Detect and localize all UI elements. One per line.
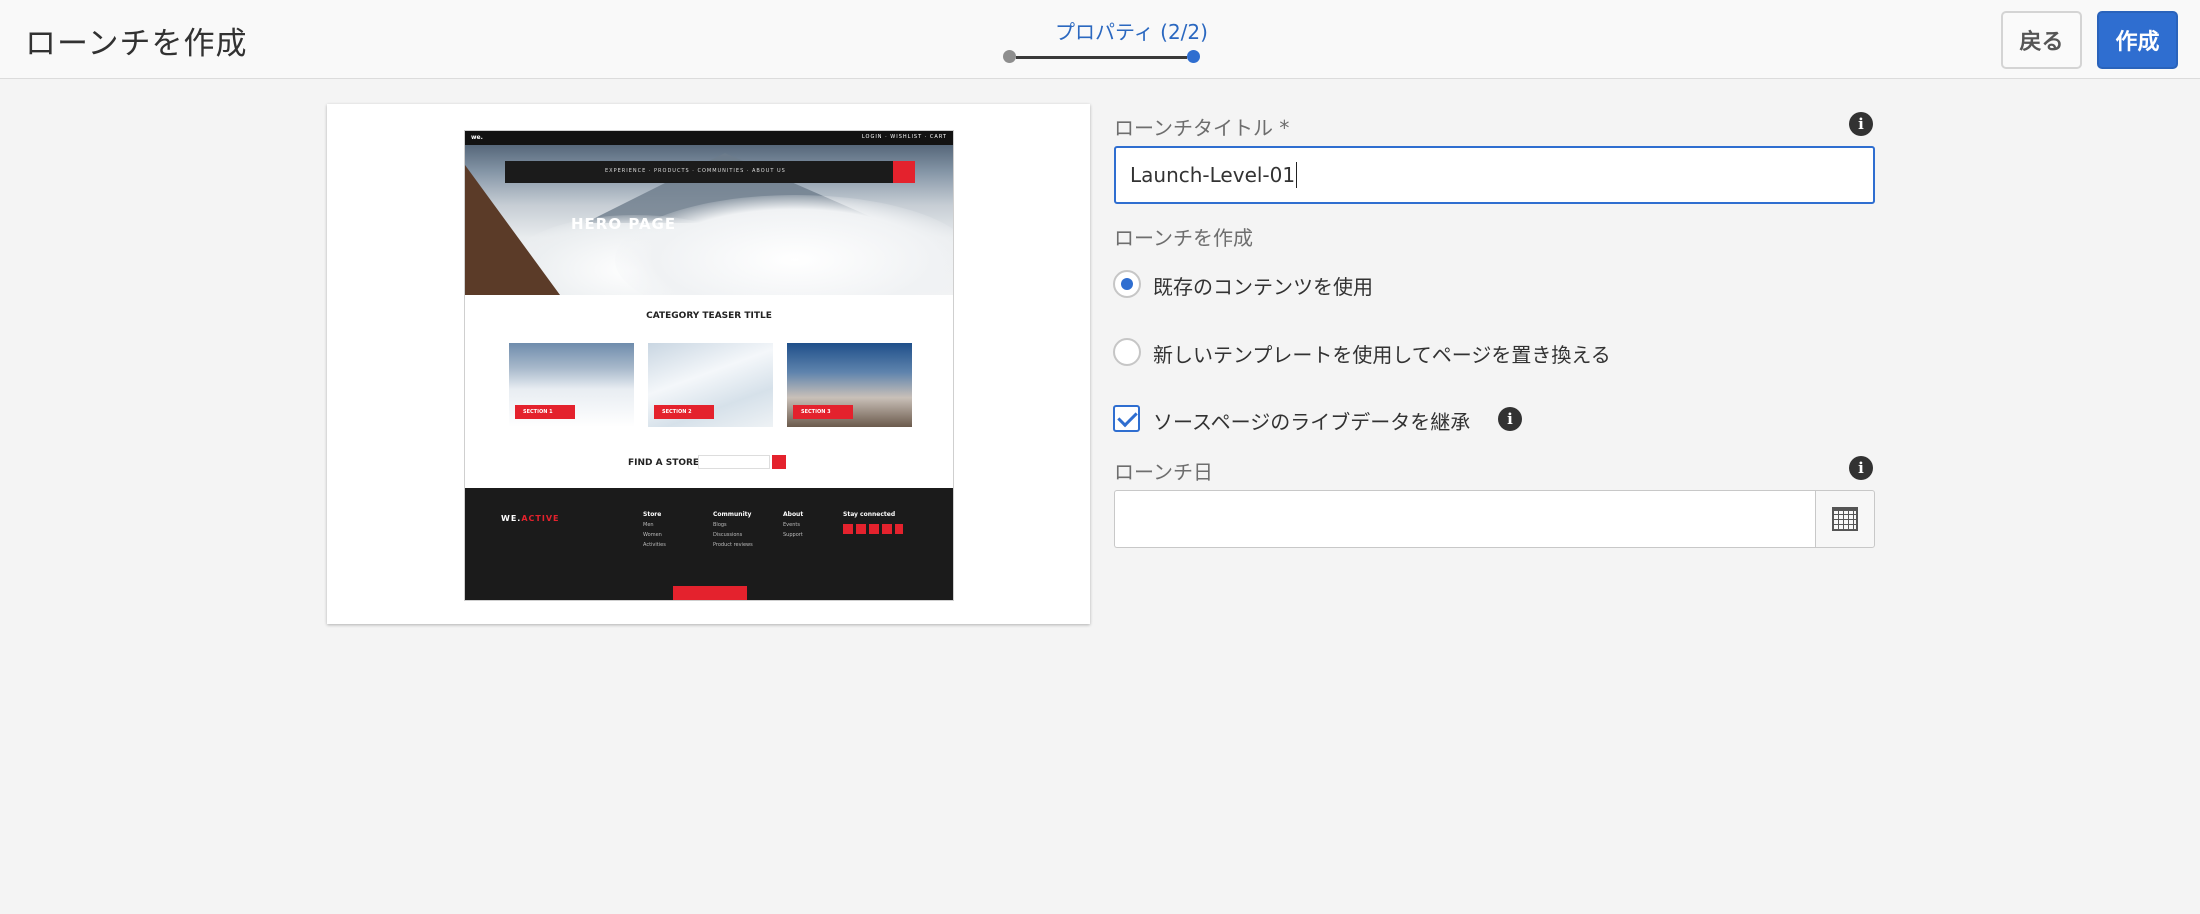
thumb-navbar: EXPERIENCE · PRODUCTS · COMMUNITIES · AB… <box>505 161 915 183</box>
thumb-footer-col: About Events Support <box>783 510 803 540</box>
option-use-existing-label[interactable]: 既存のコンテンツを使用 <box>1153 271 1373 300</box>
thumb-to-top-button <box>673 586 747 600</box>
thumb-tile: SECTION 1 <box>509 343 634 427</box>
thumb-tile: SECTION 3 <box>787 343 912 427</box>
info-icon[interactable]: i <box>1849 456 1873 480</box>
info-icon[interactable]: i <box>1849 112 1873 136</box>
thumb-footer-col: Stay connected <box>843 510 895 520</box>
thumb-footer-col: Store Men Women Activities <box>643 510 666 550</box>
launch-title-value: Launch-Level-01 <box>1130 163 1296 187</box>
option-replace-template-label[interactable]: 新しいテンプレートを使用してページを置き換える <box>1153 339 1611 368</box>
step-label: プロパティ (2/2) <box>1055 20 1208 44</box>
thumb-footer-logo: WE.ACTIVE <box>501 514 559 523</box>
template-thumbnail: we. LOGIN · WISHLIST · CART EXPERIENCE ·… <box>464 130 954 601</box>
back-button[interactable]: 戻る <box>2001 11 2082 69</box>
source-label: ローンチを作成 <box>1114 226 1253 250</box>
thumb-nav-links: EXPERIENCE · PRODUCTS · COMMUNITIES · AB… <box>605 168 786 174</box>
template-preview-card: we. LOGIN · WISHLIST · CART EXPERIENCE ·… <box>327 104 1090 624</box>
calendar-icon <box>1832 507 1858 531</box>
thumb-tile-button: SECTION 1 <box>515 405 575 419</box>
thumb-footer-link: Women <box>643 532 662 538</box>
wizard-stepper: プロパティ (2/2) <box>1003 12 1208 68</box>
page-title: ローンチを作成 <box>25 26 248 62</box>
thumb-tile: SECTION 2 <box>648 343 773 427</box>
thumb-social-icons <box>843 524 903 534</box>
thumb-footer-link: Events <box>783 522 800 528</box>
thumb-footer-link: Blogs <box>713 522 727 528</box>
launch-title-input[interactable]: Launch-Level-01 <box>1114 146 1875 204</box>
thumb-search-icon <box>893 161 915 183</box>
launch-date-label: ローンチ日 <box>1114 460 1213 484</box>
thumb-footer-link: Discussions <box>713 532 743 538</box>
thumb-footer-col-title: About <box>783 511 804 518</box>
thumb-footer-link: Men <box>643 522 654 528</box>
thumb-footer-link: Support <box>783 532 803 538</box>
thumb-footer-col: Community Blogs Discussions Product revi… <box>713 510 753 550</box>
thumb-tile-button: SECTION 2 <box>654 405 714 419</box>
thumb-footer-logo-prefix: WE. <box>501 514 522 523</box>
thumb-find-button <box>772 455 786 469</box>
thumb-footer-col-title: Store <box>643 511 662 518</box>
header-bar: ローンチを作成 プロパティ (2/2) 戻る 作成 <box>0 0 2200 79</box>
thumb-top-links: LOGIN · WISHLIST · CART <box>861 134 947 140</box>
radio-replace-template[interactable] <box>1113 338 1141 366</box>
create-button[interactable]: 作成 <box>2097 11 2178 69</box>
thumb-footer: WE.ACTIVE Store Men Women Activities Com… <box>465 488 953 600</box>
thumb-footer-logo-accent: ACTIVE <box>521 514 560 523</box>
launch-date-input[interactable] <box>1114 490 1815 548</box>
thumb-footer-col-title: Community <box>713 511 752 518</box>
step-connector <box>1016 56 1187 59</box>
thumb-hero-image: EXPERIENCE · PRODUCTS · COMMUNITIES · AB… <box>465 145 953 295</box>
launch-title-label: ローンチタイトル * <box>1114 116 1290 140</box>
calendar-button[interactable] <box>1815 490 1875 548</box>
thumb-rock <box>465 165 560 295</box>
thumb-footer-link: Activities <box>643 542 666 548</box>
radio-use-existing[interactable] <box>1113 270 1141 298</box>
thumb-category-title: CATEGORY TEASER TITLE <box>646 311 772 321</box>
thumb-logo: we. <box>471 134 483 141</box>
thumb-find-store: FIND A STORE <box>628 458 700 468</box>
thumb-find-input <box>698 455 770 469</box>
thumb-tile-button: SECTION 3 <box>793 405 853 419</box>
inherit-live-data-label[interactable]: ソースページのライブデータを継承 <box>1153 406 1470 435</box>
thumb-footer-link: Product reviews <box>713 542 753 548</box>
text-caret <box>1296 162 1298 188</box>
step-dot-2[interactable] <box>1187 50 1200 63</box>
thumb-footer-col-title: Stay connected <box>843 511 896 518</box>
thumb-topbar: we. LOGIN · WISHLIST · CART <box>465 131 953 145</box>
inherit-live-data-checkbox[interactable] <box>1113 405 1140 432</box>
info-icon[interactable]: i <box>1498 407 1522 431</box>
step-dot-1[interactable] <box>1003 50 1016 63</box>
thumb-hero-title: HERO PAGE <box>571 215 677 233</box>
